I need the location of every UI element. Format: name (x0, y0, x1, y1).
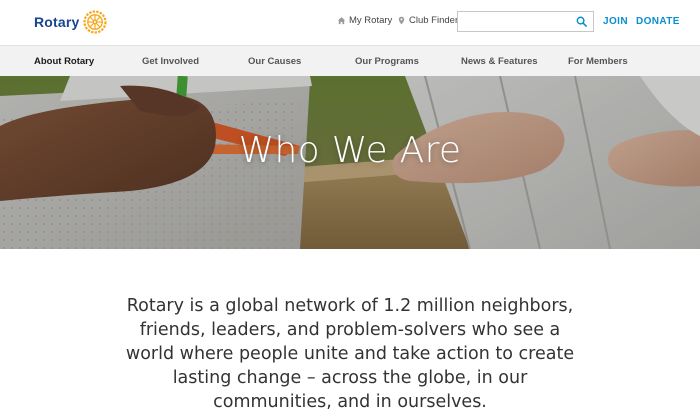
nav-item-our-causes[interactable]: Our Causes (248, 56, 301, 67)
rotary-wheel-icon (82, 10, 107, 34)
nav-item-about-rotary[interactable]: About Rotary (34, 56, 94, 67)
location-pin-icon (398, 16, 405, 25)
intro-paragraph: Rotary is a global network of 1.2 millio… (125, 296, 575, 412)
hero-title: Who We Are (238, 130, 462, 171)
search-icon[interactable] (576, 16, 587, 27)
site-header: Rotary My Rotary Club Finder JOIN DONATE (0, 0, 700, 45)
rotary-logo[interactable]: Rotary (34, 9, 107, 35)
hero-banner: Who We Are (0, 76, 700, 249)
logo-text: Rotary (34, 14, 80, 30)
search-box (457, 11, 594, 32)
my-rotary-link[interactable]: My Rotary (337, 15, 392, 26)
my-rotary-label: My Rotary (349, 15, 393, 26)
search-input[interactable] (458, 12, 576, 31)
main-nav: About Rotary Get Involved Our Causes Our… (0, 45, 700, 76)
home-icon (337, 17, 346, 25)
nav-item-get-involved[interactable]: Get Involved (142, 56, 199, 67)
club-finder-label: Club Finder (409, 15, 459, 26)
nav-item-news-features[interactable]: News & Features (461, 56, 538, 67)
donate-button[interactable]: DONATE (636, 16, 680, 27)
nav-item-our-programs[interactable]: Our Programs (355, 56, 419, 67)
join-button[interactable]: JOIN (603, 16, 628, 27)
nav-item-for-members[interactable]: For Members (568, 56, 628, 67)
club-finder-link[interactable]: Club Finder (397, 15, 458, 26)
